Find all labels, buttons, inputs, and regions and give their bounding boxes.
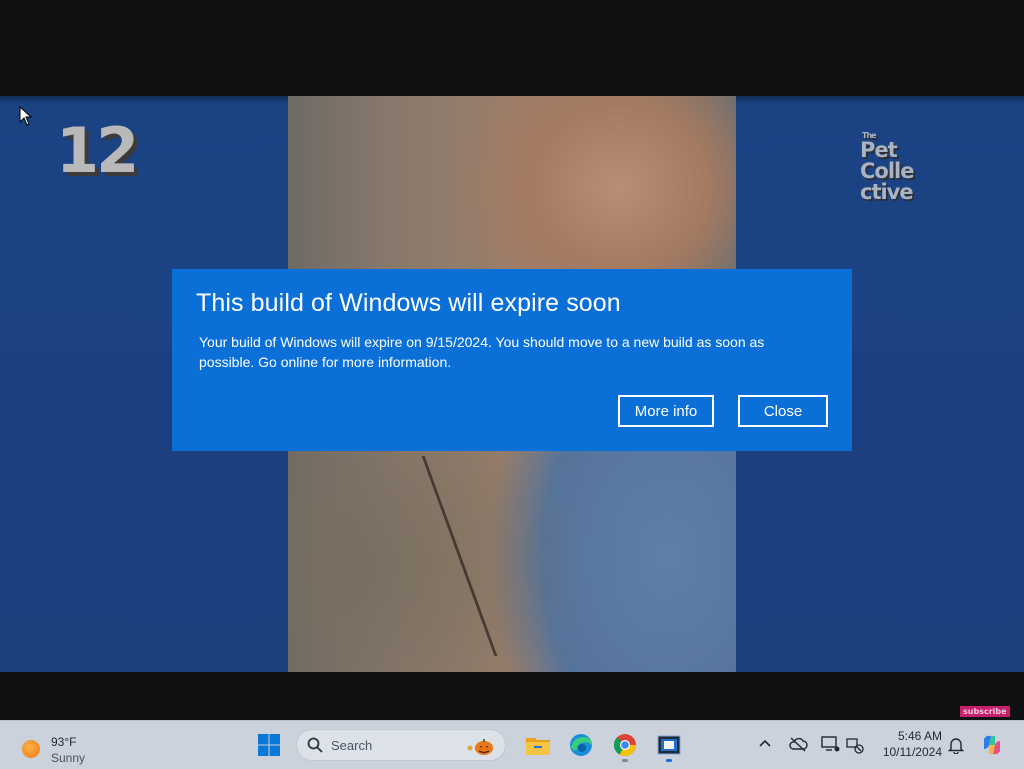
mouse-cursor-icon xyxy=(19,106,33,126)
search-icon xyxy=(307,737,323,753)
notification-bell-icon[interactable] xyxy=(947,736,965,754)
close-button[interactable]: Close xyxy=(738,395,828,427)
subscribe-badge[interactable]: subscribe xyxy=(960,706,1010,717)
window-icon xyxy=(657,735,681,755)
active-window-button[interactable] xyxy=(653,729,685,762)
dialog-title: This build of Windows will expire soon xyxy=(196,289,621,317)
expiration-dialog: This build of Windows will expire soon Y… xyxy=(172,269,852,451)
running-indicator xyxy=(666,759,672,762)
cloud-icon[interactable] xyxy=(788,736,808,752)
running-indicator xyxy=(622,759,628,762)
file-explorer-button[interactable] xyxy=(522,729,554,761)
video-letterbox-bottom xyxy=(0,672,1024,720)
dialog-message: Your build of Windows will expire on 9/1… xyxy=(199,334,765,370)
windows-start-icon[interactable] xyxy=(257,733,281,757)
channel-logo: The Pet Colle ctive xyxy=(860,132,944,204)
pumpkin-icon xyxy=(467,739,493,755)
edge-button[interactable] xyxy=(565,729,597,761)
clock-date: 10/11/2024 xyxy=(882,745,942,759)
weather-temperature: 93°F xyxy=(51,735,77,749)
taskbar: 93°F Sunny Search 5:46 AM 10/11/2024 xyxy=(0,720,1024,769)
network-icon[interactable] xyxy=(846,736,864,754)
edge-icon xyxy=(570,734,592,756)
sun-icon xyxy=(22,740,40,758)
logo-line: Colle xyxy=(860,159,914,183)
logo-line: ctive xyxy=(860,180,914,204)
chrome-icon xyxy=(614,734,636,756)
system-clock[interactable]: 5:46 AM 10/11/2024 xyxy=(874,728,942,760)
weather-condition: Sunny xyxy=(51,751,86,765)
video-letterbox-top xyxy=(0,0,1024,96)
more-info-button[interactable]: More info xyxy=(618,395,714,427)
copilot-icon[interactable] xyxy=(980,733,1004,757)
chrome-button[interactable] xyxy=(609,729,641,762)
display-icon[interactable] xyxy=(820,735,840,753)
taskbar-search-box[interactable]: Search xyxy=(296,729,506,761)
search-placeholder: Search xyxy=(331,738,373,753)
channel-number: 12 xyxy=(56,114,139,187)
clock-time: 5:46 AM xyxy=(897,729,942,743)
chevron-up-icon[interactable] xyxy=(758,737,772,751)
logo-line: Pet xyxy=(860,138,898,162)
folder-icon xyxy=(526,738,550,755)
